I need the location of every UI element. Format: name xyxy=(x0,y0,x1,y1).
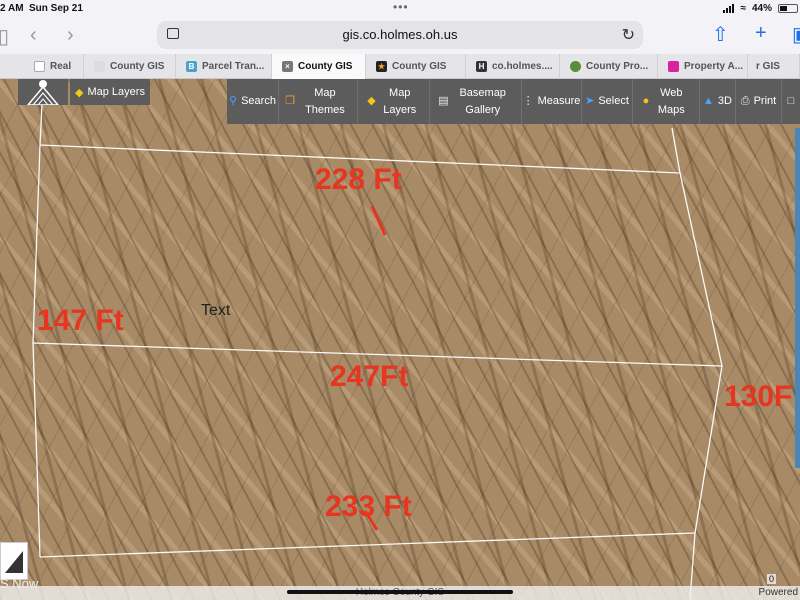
status-bar: 2 AM Sun Sep 21 ••• ≈ 44% xyxy=(0,0,800,18)
search-tool[interactable]: ⚲ Search xyxy=(227,79,279,124)
bc-icon: B xyxy=(186,61,197,72)
map-layers-tool[interactable]: ◆ Map Layers xyxy=(358,79,430,124)
search-icon: ⚲ xyxy=(229,95,238,107)
tool-label: Select xyxy=(598,95,629,107)
cursor-icon: ➤ xyxy=(585,95,595,107)
measure-tool[interactable]: ⋮ Measure xyxy=(522,79,582,124)
url-field[interactable]: gis.co.holmes.oh.us ↻ xyxy=(157,21,643,49)
home-indicator[interactable] xyxy=(287,590,513,594)
back-icon[interactable]: ‹ xyxy=(30,24,37,47)
tabs-icon[interactable]: ▣ xyxy=(792,22,800,47)
tool-label: Print xyxy=(753,95,777,107)
globe-icon xyxy=(94,61,105,72)
tab-county-gis-2[interactable]: ★ County GIS xyxy=(366,54,466,79)
tool-label: Map Themes xyxy=(305,86,345,116)
tab-label: co.holmes.... xyxy=(492,61,553,72)
lock-tool[interactable]: □ xyxy=(782,79,800,124)
star-icon: ★ xyxy=(376,61,387,72)
shield-icon xyxy=(34,61,45,72)
close-icon[interactable]: × xyxy=(282,61,293,72)
tool-label: Search xyxy=(241,95,276,107)
tab-label: Parcel Tran... xyxy=(202,61,265,72)
tab-county-gis-1[interactable]: County GIS xyxy=(84,54,176,79)
url-text: gis.co.holmes.oh.us xyxy=(342,27,458,42)
tab-county-property[interactable]: County Pro... xyxy=(560,54,658,79)
reload-icon[interactable]: ↻ xyxy=(622,25,635,45)
new-tab-icon[interactable]: + xyxy=(755,22,767,45)
tab-label: County GIS xyxy=(298,61,353,72)
web-maps-tool[interactable]: ● Web Maps xyxy=(633,79,700,124)
label-left-distance: 147 Ft xyxy=(37,304,124,337)
forward-icon[interactable]: › xyxy=(67,24,74,47)
label-right-distance: 130F xyxy=(724,380,793,413)
battery-icon xyxy=(778,4,798,13)
share-icon[interactable]: ⇧ xyxy=(712,22,729,47)
scale-bar: 0 xyxy=(766,574,776,584)
basemap-gallery-tool[interactable]: ▤ Basemap Gallery xyxy=(430,79,522,124)
layers-icon: ◆ xyxy=(75,86,84,99)
tab-label: County GIS xyxy=(392,61,447,72)
gis-toolbar: ⚲ Search ❐ Map Themes ◆ Map Layers ▤ Bas… xyxy=(227,79,800,124)
printer-icon: ⎙ xyxy=(740,95,750,107)
tab-gis-more[interactable]: r GIS xyxy=(748,54,800,79)
label-top-distance: 228 Ft xyxy=(315,163,402,196)
select-tool[interactable]: ➤ Select xyxy=(582,79,633,124)
tab-co-holmes[interactable]: H co.holmes.... xyxy=(466,54,560,79)
tab-county-gis-active[interactable]: × County GIS xyxy=(272,54,366,79)
sidebar-icon[interactable]: ▯ xyxy=(0,24,9,49)
map-corner-tool[interactable] xyxy=(0,542,28,580)
tool-label: Web Maps xyxy=(657,86,685,116)
print-tool[interactable]: ⎙ Print xyxy=(736,79,782,124)
map-layers-top-label: Map Layers xyxy=(87,86,145,98)
instagram-icon xyxy=(668,61,679,72)
overview-map-icon xyxy=(5,551,23,573)
h-icon: H xyxy=(476,61,487,72)
layers-icon: ◆ xyxy=(367,95,376,107)
parcel-line-left-ext xyxy=(39,103,43,146)
label-text-note: Text xyxy=(201,302,231,319)
battery-percent: 44% xyxy=(751,3,772,14)
tool-label: Basemap Gallery xyxy=(459,86,506,116)
parcel-line-bottom xyxy=(39,532,696,558)
label-middle-distance: 247Ft xyxy=(330,360,409,393)
wifi-icon: ≈ xyxy=(740,3,746,14)
map-layers-top-button[interactable]: ◆ Map Layers xyxy=(70,79,150,105)
tab-strip: Real County GIS B Parcel Tran... × Count… xyxy=(0,54,800,79)
parcel-line-left xyxy=(32,144,41,558)
tab-label: r GIS xyxy=(756,61,780,72)
basemap-icon: ▤ xyxy=(438,95,449,107)
lock-icon: □ xyxy=(787,95,795,107)
label-bottom-distance: 233 Ft xyxy=(325,490,412,523)
signal-icon xyxy=(723,4,735,13)
multitasking-dots-icon[interactable]: ••• xyxy=(393,0,409,14)
gis-logo[interactable] xyxy=(18,79,68,105)
tab-label: County Pro... xyxy=(586,61,649,72)
county-logo-icon xyxy=(27,80,59,105)
tab-parcel-transfer[interactable]: B Parcel Tran... xyxy=(176,54,272,79)
copy-icon: ❐ xyxy=(285,95,295,107)
seal-icon xyxy=(570,61,581,72)
map-right-panel-edge[interactable] xyxy=(795,128,800,468)
ruler-icon: ⋮ xyxy=(522,95,534,107)
tab-real[interactable]: Real xyxy=(24,54,84,79)
tab-label: Property A... xyxy=(684,61,744,72)
status-date: Sun Sep 21 xyxy=(29,3,83,14)
tab-label: Real xyxy=(50,61,72,72)
map-themes-tool[interactable]: ❐ Map Themes xyxy=(279,79,358,124)
status-time: 2 AM xyxy=(0,3,24,14)
tool-label: Measure xyxy=(537,95,581,107)
person-icon: ● xyxy=(642,95,650,107)
powered-by-text: Powered xyxy=(758,587,798,598)
tool-label: Map Layers xyxy=(383,86,417,116)
3d-tool[interactable]: ▲ 3D xyxy=(700,79,736,124)
browser-toolbar: ▯ ‹ › gis.co.holmes.oh.us ↻ ⇧ + ▣ xyxy=(0,18,800,54)
measure-marker-top xyxy=(370,205,387,236)
tab-property-a[interactable]: Property A... xyxy=(658,54,748,79)
3d-icon: ▲ xyxy=(703,95,714,107)
tab-label: County GIS xyxy=(110,61,165,72)
tool-label: 3D xyxy=(717,95,732,107)
